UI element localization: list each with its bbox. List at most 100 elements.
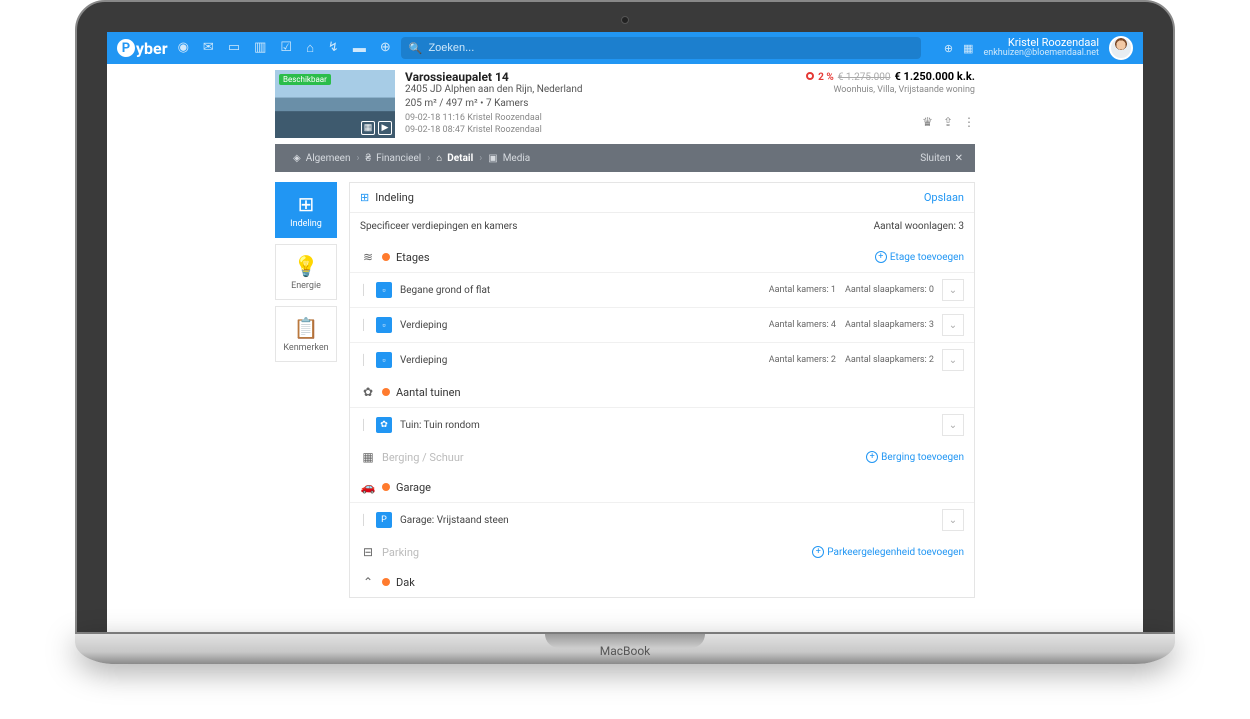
- search-input[interactable]: [428, 42, 912, 54]
- floor-icon: ▫: [376, 317, 392, 333]
- more-icon[interactable]: ⋮: [963, 115, 975, 129]
- close-label: Sluiten: [920, 153, 950, 164]
- plus-icon: +: [875, 251, 887, 263]
- tuin-value: Tuin: Tuin rondom: [400, 420, 934, 431]
- tree-connector: │: [360, 515, 368, 526]
- etage-slaap-2: Aantal slaapkamers: 2: [844, 355, 934, 365]
- laptop-base: MacBook: [75, 634, 1175, 664]
- panel-intro: Specificeer verdiepingen en kamers: [360, 221, 517, 232]
- add-berging-button[interactable]: + Berging toevoegen: [866, 451, 964, 463]
- floorplan-icon: ⊞: [360, 191, 369, 204]
- tab-indeling-label: Indeling: [290, 219, 322, 229]
- clipboard-icon: 📋: [294, 316, 319, 340]
- crumb-media-label: Media: [503, 153, 531, 164]
- crumb-financieel-label: Financieel: [376, 153, 421, 164]
- old-price: € 1.275.000: [838, 72, 891, 83]
- close-button[interactable]: Sluiten ✕: [920, 153, 963, 164]
- add-parking-label: Parkeergelegenheid toevoegen: [827, 547, 964, 558]
- section-garage-title: Garage: [396, 481, 431, 494]
- top-icon-row: ◉ ✉ ▭ ▥ ☑ ⌂ ↯ ▬ ⊕: [178, 40, 391, 56]
- status-dot: [382, 483, 390, 491]
- add-parking-button[interactable]: + Parkeergelegenheid toevoegen: [812, 546, 964, 558]
- tab-indeling[interactable]: ⊞ Indeling: [275, 182, 337, 238]
- section-dak-title: Dak: [396, 576, 415, 589]
- etage-kamers-0: Aantal kamers: 1: [746, 285, 836, 295]
- crown-icon[interactable]: ♛: [922, 115, 933, 129]
- price-change-pct: 2 %: [818, 72, 834, 83]
- expand-button[interactable]: ⌄: [942, 349, 964, 371]
- search-box[interactable]: 🔍: [401, 37, 921, 59]
- etage-slaap-1: Aantal slaapkamers: 3: [844, 320, 934, 330]
- main-panel: ⊞ Indeling Opslaan Specificeer verdiepin…: [349, 182, 975, 598]
- add-icon[interactable]: ⊕: [944, 42, 953, 55]
- etage-slaap-0: Aantal slaapkamers: 0: [844, 285, 934, 295]
- chat-icon[interactable]: ▬: [353, 40, 366, 56]
- shield-icon: ◈: [293, 153, 301, 164]
- logo[interactable]: Pyber: [117, 39, 168, 58]
- money-icon: ₴: [366, 153, 372, 164]
- add-etage-button[interactable]: + Etage toevoegen: [875, 251, 964, 263]
- section-etages-title: Etages: [396, 251, 430, 264]
- pct-icon: [806, 72, 814, 80]
- tab-energie-label: Energie: [291, 281, 321, 291]
- contacts-icon[interactable]: ▭: [228, 40, 240, 56]
- thumb-gallery-icon[interactable]: ▦: [361, 121, 375, 135]
- layers-icon: ≋: [360, 250, 376, 264]
- crumb-financieel[interactable]: ₴ Financieel: [360, 153, 428, 164]
- tree-connector: │: [360, 355, 368, 366]
- garage-icon: 🚗: [360, 480, 376, 494]
- expand-button[interactable]: ⌄: [942, 414, 964, 436]
- thumb-play-icon[interactable]: ▶: [378, 121, 392, 135]
- parking-lot-icon: ⊟: [360, 545, 376, 559]
- tree-connector: │: [360, 420, 368, 431]
- close-icon: ✕: [955, 153, 963, 164]
- logo-text: yber: [136, 39, 168, 58]
- plus-icon: +: [812, 546, 824, 558]
- crumb-algemeen-label: Algemeen: [306, 153, 351, 164]
- tab-energie[interactable]: 💡 Energie: [275, 244, 337, 300]
- home-icon[interactable]: ⌂: [306, 40, 314, 56]
- crumb-detail-label: Detail: [447, 153, 473, 164]
- calendar-icon[interactable]: ▥: [254, 40, 266, 56]
- lookup-icon[interactable]: ⊕: [380, 40, 391, 56]
- status-dot: [382, 578, 390, 586]
- image-icon: ▣: [488, 153, 497, 164]
- expand-button[interactable]: ⌄: [942, 314, 964, 336]
- floor-icon: ▫: [376, 352, 392, 368]
- mail-icon[interactable]: ✉: [203, 40, 214, 56]
- etage-title-2: Verdieping: [400, 355, 738, 366]
- tab-kenmerken[interactable]: 📋 Kenmerken: [275, 306, 337, 362]
- parking-icon: P: [376, 512, 392, 528]
- shed-icon: ▦: [360, 450, 376, 464]
- crumb-media[interactable]: ▣ Media: [482, 153, 536, 164]
- avatar[interactable]: [1109, 36, 1133, 60]
- property-title: Varossieaupalet 14: [405, 70, 796, 84]
- crumb-algemeen[interactable]: ◈ Algemeen: [287, 153, 356, 164]
- user-block[interactable]: Kristel Roozendaal enkhuizen@bloemendaal…: [983, 37, 1099, 59]
- leaf-icon: ✿: [376, 417, 392, 433]
- property-type: Woonhuis, Villa, Vrijstaande woning: [806, 85, 975, 95]
- routes-icon[interactable]: ↯: [328, 40, 339, 56]
- expand-button[interactable]: ⌄: [942, 279, 964, 301]
- etage-kamers-2: Aantal kamers: 2: [746, 355, 836, 365]
- house-icon: ⌂: [436, 153, 442, 164]
- dashboard-icon[interactable]: ◉: [178, 40, 189, 56]
- expand-button[interactable]: ⌄: [942, 509, 964, 531]
- tasks-icon[interactable]: ☑: [280, 40, 292, 56]
- camera-dot: [621, 16, 629, 24]
- apps-icon[interactable]: ▦: [963, 42, 973, 55]
- property-thumb[interactable]: Beschikbaar ▦ ▶: [275, 70, 395, 138]
- add-berging-label: Berging toevoegen: [881, 452, 964, 463]
- garage-row: │ P Garage: Vrijstaand steen ⌄: [350, 502, 974, 537]
- plus-icon: +: [866, 451, 878, 463]
- share-icon[interactable]: ⇪: [943, 115, 953, 129]
- breadcrumb: ◈ Algemeen › ₴ Financieel › ⌂ Detail: [275, 144, 975, 172]
- save-button[interactable]: Opslaan: [924, 191, 964, 204]
- roof-icon: ⌃: [360, 575, 376, 589]
- user-sub: enkhuizen@bloemendaal.net: [983, 49, 1099, 59]
- woonlagen-count: Aantal woonlagen: 3: [874, 221, 964, 232]
- status-dot: [382, 253, 390, 261]
- etage-kamers-1: Aantal kamers: 4: [746, 320, 836, 330]
- crumb-detail[interactable]: ⌂ Detail: [430, 153, 479, 164]
- new-price: € 1.250.000 k.k.: [895, 70, 975, 83]
